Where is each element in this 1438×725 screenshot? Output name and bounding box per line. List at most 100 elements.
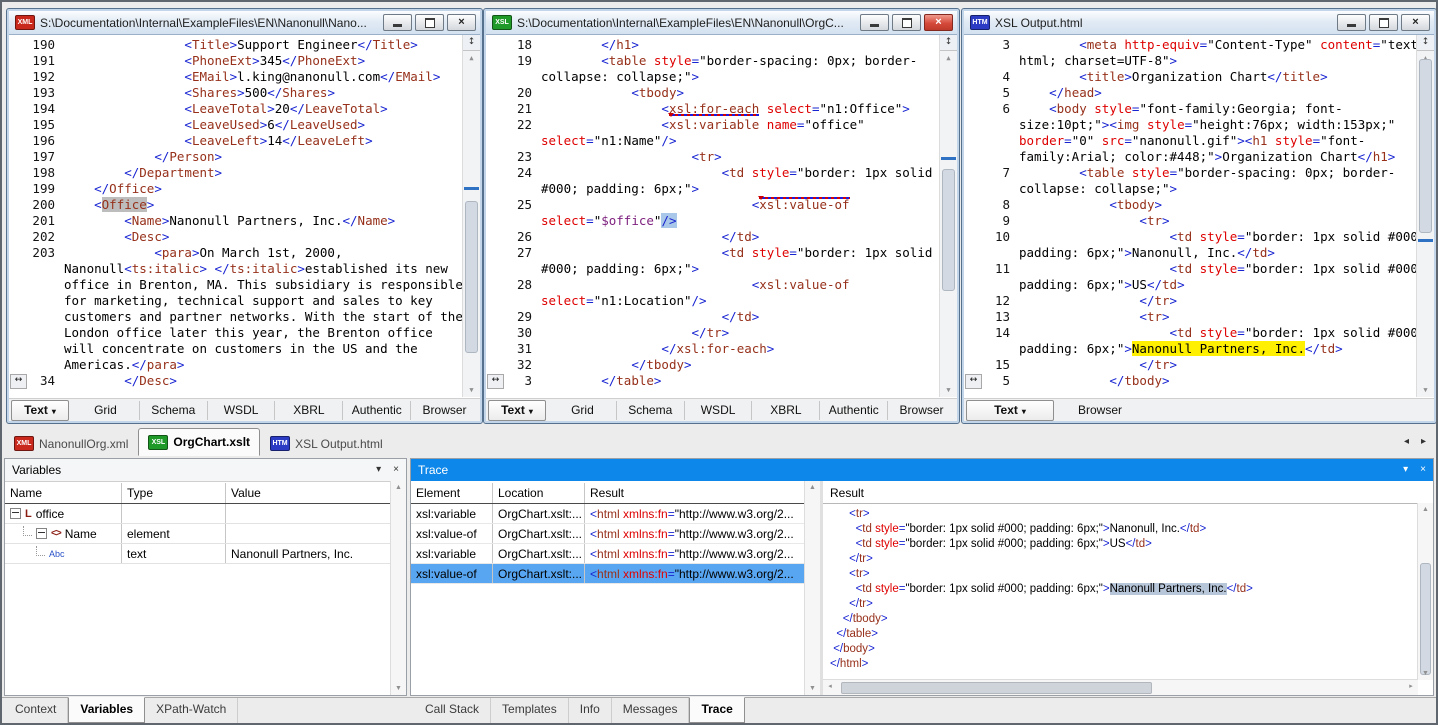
view-tab-text[interactable]: Text▾	[11, 400, 69, 421]
restore-button[interactable]	[415, 14, 444, 31]
minimize-button[interactable]	[860, 14, 889, 31]
document-tab-nanonullorg-xml[interactable]: XMLNanonullOrg.xml	[4, 431, 138, 456]
code-text[interactable]: <xsl:for-each select="n1:Office">	[541, 101, 910, 117]
scroll-down-icon[interactable]: ▼	[463, 383, 480, 397]
code-line[interactable]: 202 <Desc>	[9, 229, 463, 245]
view-tab-grid[interactable]: Grid	[549, 401, 617, 420]
code-text[interactable]: <td style="border: 1px solid #000;	[1019, 325, 1417, 341]
code-line[interactable]: 191 <PhoneExt>345</PhoneExt>	[9, 53, 463, 69]
code-line[interactable]: padding: 6px;">Nanonull, Inc.</td>	[964, 245, 1417, 261]
code-line[interactable]: 5 </head>	[964, 85, 1417, 101]
code-text[interactable]: padding: 6px;">Nanonull, Inc.</td>	[1019, 245, 1275, 261]
trace-row[interactable]: xsl:value-ofOrgChart.xslt:...<html xmlns…	[411, 564, 805, 584]
code-text[interactable]: <xsl:variable name="office"	[541, 117, 865, 133]
scroll-thumb[interactable]	[465, 201, 478, 353]
code-line[interactable]: 199 </Office>	[9, 181, 463, 197]
code-editor[interactable]: 190 <Title>Support Engineer</Title>191 <…	[9, 35, 480, 397]
code-text[interactable]: <tr>	[1019, 309, 1170, 325]
code-line[interactable]: for marketing, technical support and sal…	[9, 293, 463, 309]
panel-tab-info[interactable]: Info	[569, 698, 612, 723]
code-text[interactable]: <td style="border: 1px solid #000;	[1019, 229, 1417, 245]
view-tab-wsdl[interactable]: WSDL	[685, 401, 753, 420]
code-line[interactable]: select="n1:Name"/>	[486, 133, 940, 149]
code-text[interactable]: <tbody>	[541, 85, 684, 101]
code-line[interactable]: 21 <xsl:for-each select="n1:Office">	[486, 101, 940, 117]
code-line[interactable]: 15 </tr>	[964, 357, 1417, 373]
code-line[interactable]: size:10pt;"><img style="height:76px; wid…	[964, 117, 1417, 133]
v-split-grip-icon[interactable]: ↕	[463, 35, 480, 51]
code-text[interactable]: html; charset=UTF-8">	[1019, 53, 1177, 69]
code-text[interactable]: border="0" src="nanonull.gif"><h1 style=…	[1019, 133, 1365, 149]
code-line[interactable]: 27 <td style="border: 1px solid	[486, 245, 940, 261]
code-line[interactable]: 22 <xsl:variable name="office"	[486, 117, 940, 133]
code-line[interactable]: 9 <tr>	[964, 213, 1417, 229]
code-area[interactable]: 18 </h1>19 <table style="border-spacing:…	[486, 37, 940, 397]
code-line[interactable]: 197 </Person>	[9, 149, 463, 165]
view-tab-schema[interactable]: Schema	[617, 401, 685, 420]
code-line[interactable]: ↔34 </Desc>	[9, 373, 463, 389]
code-text[interactable]: <LeaveLeft>14</LeaveLeft>	[64, 133, 373, 149]
code-line[interactable]: 29 </td>	[486, 309, 940, 325]
editor-v-scrollbar[interactable]: ↕▲▼	[939, 35, 957, 397]
minimize-button[interactable]	[383, 14, 412, 31]
scroll-up-icon[interactable]: ▲	[940, 51, 957, 65]
code-line[interactable]: 25 <xsl:value-of	[486, 197, 940, 213]
code-text[interactable]: </Desc>	[64, 373, 177, 389]
code-line[interactable]: 190 <Title>Support Engineer</Title>	[9, 37, 463, 53]
code-text[interactable]: <Desc>	[64, 229, 169, 245]
code-line[interactable]: 3 <meta http-equiv="Content-Type" conten…	[964, 37, 1417, 53]
window-titlebar[interactable]: HTMXSL Output.html×	[964, 11, 1434, 35]
code-line[interactable]: 19 <table style="border-spacing: 0px; bo…	[486, 53, 940, 69]
code-area[interactable]: 3 <meta http-equiv="Content-Type" conten…	[964, 37, 1417, 397]
code-line[interactable]: Nanonull<ts:italic> </ts:italic>establis…	[9, 261, 463, 277]
panel-close-icon[interactable]: ×	[393, 465, 399, 475]
column-header[interactable]: Element	[411, 483, 493, 503]
scroll-up-icon[interactable]: ▲	[391, 481, 406, 494]
view-tab-wsdl[interactable]: WSDL	[208, 401, 276, 420]
panel-tab-messages[interactable]: Messages	[612, 698, 690, 723]
code-line[interactable]: 11 <td style="border: 1px solid #000;	[964, 261, 1417, 277]
code-line[interactable]: ↔3 </table>	[486, 373, 940, 389]
code-text[interactable]: <LeaveTotal>20</LeaveTotal>	[64, 101, 388, 117]
window-titlebar[interactable]: XMLS:\Documentation\Internal\ExampleFile…	[9, 11, 480, 35]
code-text[interactable]: </tbody>	[1019, 373, 1170, 389]
code-line[interactable]: 30 </tr>	[486, 325, 940, 341]
code-text[interactable]: </td>	[541, 229, 759, 245]
scroll-thumb[interactable]	[942, 169, 955, 291]
close-button[interactable]: ×	[447, 14, 476, 31]
scroll-up-icon[interactable]: ▲	[805, 481, 820, 494]
code-line[interactable]: 4 <title>Organization Chart</title>	[964, 69, 1417, 85]
code-line[interactable]: border="0" src="nanonull.gif"><h1 style=…	[964, 133, 1417, 149]
code-line[interactable]: 31 </xsl:for-each>	[486, 341, 940, 357]
code-text[interactable]: <Office>	[64, 197, 154, 213]
code-line[interactable]: will concentrate on customers in the US …	[9, 341, 463, 357]
code-line[interactable]: London office later this year, the Brent…	[9, 325, 463, 341]
code-text[interactable]: </Office>	[64, 181, 162, 197]
code-text[interactable]: <LeaveUsed>6</LeaveUsed>	[64, 117, 365, 133]
code-line[interactable]: collapse: collapse;">	[486, 69, 940, 85]
column-header[interactable]: Location	[493, 483, 585, 503]
close-button[interactable]: ×	[1401, 14, 1430, 31]
view-tab-browser[interactable]: Browser	[1057, 401, 1143, 420]
code-line[interactable]: 32 </tbody>	[486, 357, 940, 373]
code-text[interactable]: <para>On March 1st, 2000,	[64, 245, 350, 261]
v-split-grip-icon[interactable]: ↕	[940, 35, 957, 51]
code-text[interactable]: <xsl:value-of	[541, 197, 857, 213]
document-tab-xsl-output-html[interactable]: HTMXSL Output.html	[260, 431, 393, 456]
variables-scrollbar[interactable]: ▲ ▼	[390, 481, 406, 695]
code-text[interactable]: padding: 6px;">US</td>	[1019, 277, 1185, 293]
code-area[interactable]: 190 <Title>Support Engineer</Title>191 <…	[9, 37, 463, 397]
minimize-button[interactable]	[1337, 14, 1366, 31]
collapse-toggle[interactable]	[36, 528, 47, 539]
code-text[interactable]: #000; padding: 6px;">	[541, 261, 699, 277]
code-editor[interactable]: 3 <meta http-equiv="Content-Type" conten…	[964, 35, 1434, 397]
code-text[interactable]: <table style="border-spacing: 0px; borde…	[541, 53, 917, 69]
code-line[interactable]: #000; padding: 6px;">	[486, 261, 940, 277]
scroll-left-icon[interactable]: ◂	[823, 680, 837, 694]
code-text[interactable]: </h1>	[541, 37, 639, 53]
code-line[interactable]: 18 </h1>	[486, 37, 940, 53]
panel-close-icon[interactable]: ×	[1420, 465, 1426, 475]
view-tab-authentic[interactable]: Authentic	[343, 401, 411, 420]
trace-row[interactable]: xsl:value-ofOrgChart.xslt:...<html xmlns…	[411, 524, 805, 544]
code-text[interactable]: <meta http-equiv="Content-Type" content=…	[1019, 37, 1417, 53]
